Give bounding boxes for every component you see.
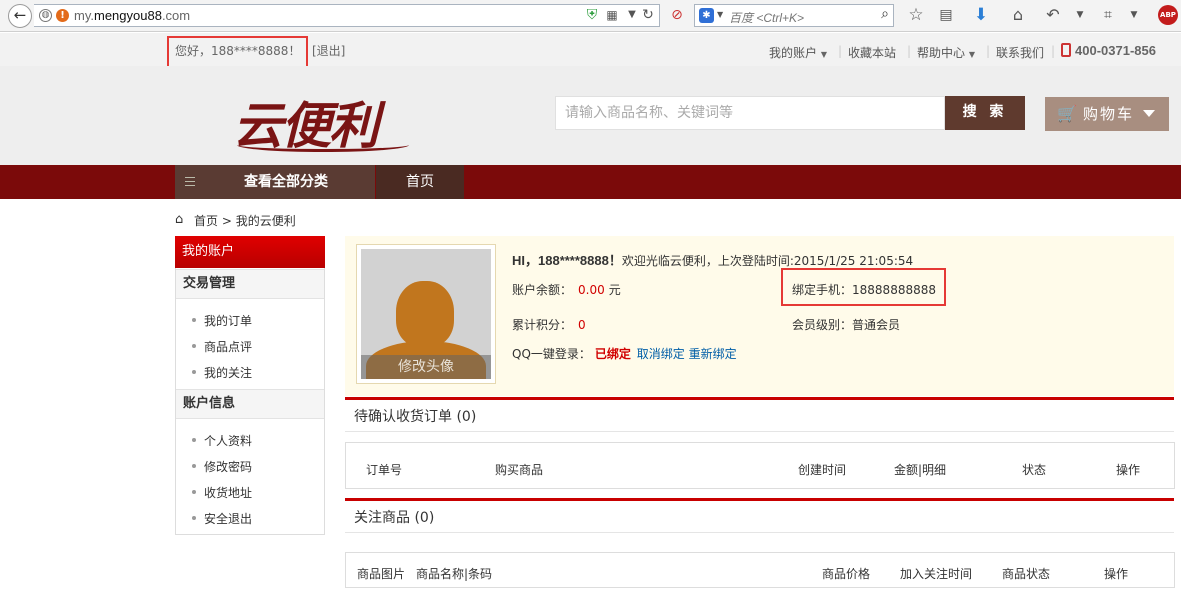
info-icon[interactable]: ! bbox=[56, 9, 69, 22]
nav-home[interactable]: 首页 bbox=[376, 165, 464, 199]
user-greeting: 您好，188****8888！ bbox=[175, 44, 301, 58]
col-actions: 操作 bbox=[1104, 567, 1129, 581]
reload-icon[interactable]: ↻ bbox=[638, 5, 658, 25]
sidebar-item-orders[interactable]: 我的订单 bbox=[192, 312, 252, 329]
home-icon: ⌂ bbox=[175, 212, 184, 227]
col-product-image: 商品图片 bbox=[357, 567, 406, 581]
browser-search-box[interactable]: ✱ ▼ 百度 <Ctrl+K> ⌕ bbox=[694, 4, 894, 27]
browser-search-placeholder: 百度 <Ctrl+K> bbox=[729, 11, 805, 25]
bound-phone-row: 绑定手机：18888888888 bbox=[792, 283, 936, 297]
sidebar-item-follows[interactable]: 我的关注 bbox=[192, 364, 252, 381]
user-hi: HI，188****8888！ bbox=[512, 253, 622, 268]
undo-icon[interactable]: ↶ bbox=[1043, 5, 1063, 25]
divider: | bbox=[907, 44, 912, 58]
member-level-row: 会员级别：普通会员 bbox=[792, 318, 901, 332]
chevron-down-icon: ▼ bbox=[820, 50, 827, 59]
phone-icon bbox=[1061, 43, 1071, 57]
block-icon[interactable]: ⊘ bbox=[667, 5, 687, 25]
dropdown-icon[interactable]: ▼ bbox=[1070, 5, 1090, 25]
pending-orders-table-header: 订单号 购买商品 创建时间 金额|明细 状态 操作 bbox=[345, 442, 1175, 489]
divider: | bbox=[838, 44, 843, 58]
balance-value: 0.00 bbox=[578, 283, 605, 297]
divider: | bbox=[1051, 44, 1056, 58]
menu-icon bbox=[185, 177, 195, 186]
points-row: 累计积分： 0 bbox=[512, 318, 586, 332]
col-status: 状态 bbox=[1022, 463, 1047, 477]
section-divider bbox=[345, 397, 1174, 400]
reading-list-icon[interactable]: ▤ bbox=[936, 5, 956, 25]
sidebar-title[interactable]: 我的账户 bbox=[175, 236, 325, 268]
qq-unbind-link[interactable]: 取消绑定 bbox=[637, 347, 685, 361]
col-products: 购买商品 bbox=[495, 463, 544, 477]
bookmark-site-link[interactable]: 收藏本站 bbox=[848, 44, 896, 61]
url-text: my.mengyou88.com bbox=[74, 8, 191, 23]
breadcrumb: 首页 > 我的云便利 bbox=[194, 212, 296, 229]
baidu-paw-icon[interactable]: ✱ bbox=[699, 8, 714, 23]
engine-dropdown-icon[interactable]: ▼ bbox=[717, 10, 723, 19]
col-product-status: 商品状态 bbox=[1002, 567, 1051, 581]
sidebar-item-profile[interactable]: 个人资料 bbox=[192, 432, 252, 449]
globe-icon: ◍ bbox=[39, 9, 52, 22]
chevron-down-icon: ▼ bbox=[968, 50, 975, 59]
crop-icon[interactable]: ⌗ bbox=[1098, 5, 1118, 25]
balance-row: 账户余额： 0.00 元 bbox=[512, 283, 621, 297]
member-level-value: 普通会员 bbox=[852, 318, 901, 332]
welcome-text: 欢迎光临云便利，上次登陆时间:2015/1/25 21:05:54 bbox=[621, 254, 914, 268]
address-bar[interactable]: ◍ ! my.mengyou88.com ⛨ ▦ ▼ ↻ bbox=[34, 4, 660, 27]
chevron-down-icon bbox=[1143, 110, 1155, 117]
qq-rebind-link[interactable]: 重新绑定 bbox=[689, 347, 737, 361]
sidebar-item-logout[interactable]: 安全退出 bbox=[192, 510, 252, 527]
qr-code-icon[interactable]: ▦ bbox=[602, 5, 622, 25]
col-amount: 金额|明细 bbox=[894, 463, 947, 477]
section-divider bbox=[345, 498, 1174, 501]
browser-toolbar: ← ◍ ! my.mengyou88.com ⛨ ▦ ▼ ↻ ⊘ ✱ ▼ 百度 … bbox=[0, 0, 1181, 32]
points-value: 0 bbox=[578, 318, 586, 332]
hotline-number: 400-0371-856 bbox=[1075, 43, 1156, 58]
adblock-icon[interactable]: ABP bbox=[1158, 5, 1178, 25]
download-icon[interactable]: ⬇ bbox=[971, 5, 991, 25]
search-button[interactable]: 搜 索 bbox=[945, 96, 1025, 130]
followed-products-title: 关注商品 (0) bbox=[345, 503, 1174, 533]
col-product-name: 商品名称|条码 bbox=[416, 567, 493, 581]
sidebar-item-address[interactable]: 收货地址 bbox=[192, 484, 252, 501]
home-icon[interactable]: ⌂ bbox=[1008, 5, 1028, 25]
edit-avatar-button[interactable]: 修改头像 bbox=[361, 355, 491, 379]
col-actions: 操作 bbox=[1116, 463, 1141, 477]
sidebar-item-password[interactable]: 修改密码 bbox=[192, 458, 252, 475]
bookmark-star-icon[interactable]: ☆ bbox=[906, 5, 926, 25]
logout-link[interactable]: [退出] bbox=[312, 42, 345, 59]
divider: | bbox=[986, 44, 991, 58]
welcome-line: HI，188****8888！欢迎光临云便利，上次登陆时间:2015/1/25 … bbox=[512, 250, 913, 269]
sidebar-group-account: 账户信息 bbox=[176, 389, 324, 419]
contact-us-link[interactable]: 联系我们 bbox=[996, 44, 1044, 61]
col-created: 创建时间 bbox=[798, 463, 847, 477]
shield-icon[interactable]: ⛨ bbox=[582, 5, 602, 25]
col-price: 商品价格 bbox=[822, 567, 871, 581]
all-categories-menu[interactable]: 查看全部分类 bbox=[175, 165, 375, 199]
search-icon[interactable]: ⌕ bbox=[881, 6, 889, 22]
dropdown-icon[interactable]: ▼ bbox=[1124, 5, 1144, 25]
logo-swoosh bbox=[237, 138, 409, 152]
breadcrumb-separator: > bbox=[221, 214, 232, 228]
qq-login-row: QQ一键登录： 已绑定 取消绑定 重新绑定 bbox=[512, 347, 737, 361]
avatar-head-silhouette bbox=[396, 281, 454, 347]
help-center-link[interactable]: 帮助中心 ▼ bbox=[917, 44, 975, 61]
back-arrow-icon: ← bbox=[13, 6, 27, 24]
followed-products-table-header: 商品图片 商品名称|条码 商品价格 加入关注时间 商品状态 操作 bbox=[345, 552, 1175, 588]
product-search-input[interactable]: 请输入商品名称、关键词等 bbox=[555, 96, 945, 130]
back-button[interactable]: ← bbox=[8, 4, 32, 28]
qq-bound-status: 已绑定 bbox=[594, 347, 631, 361]
sidebar-item-reviews[interactable]: 商品点评 bbox=[192, 338, 252, 355]
col-follow-time: 加入关注时间 bbox=[900, 567, 973, 581]
my-account-link[interactable]: 我的账户 ▼ bbox=[769, 44, 827, 61]
cart-icon: 🛒 bbox=[1057, 104, 1077, 123]
sidebar-group-trade: 交易管理 bbox=[176, 269, 324, 299]
col-order-no: 订单号 bbox=[366, 463, 403, 477]
pending-orders-title: 待确认收货订单 (0) bbox=[345, 402, 1174, 432]
breadcrumb-current[interactable]: 我的云便利 bbox=[236, 214, 296, 228]
bound-phone-value: 18888888888 bbox=[852, 283, 936, 297]
breadcrumb-home[interactable]: 首页 bbox=[194, 214, 218, 228]
